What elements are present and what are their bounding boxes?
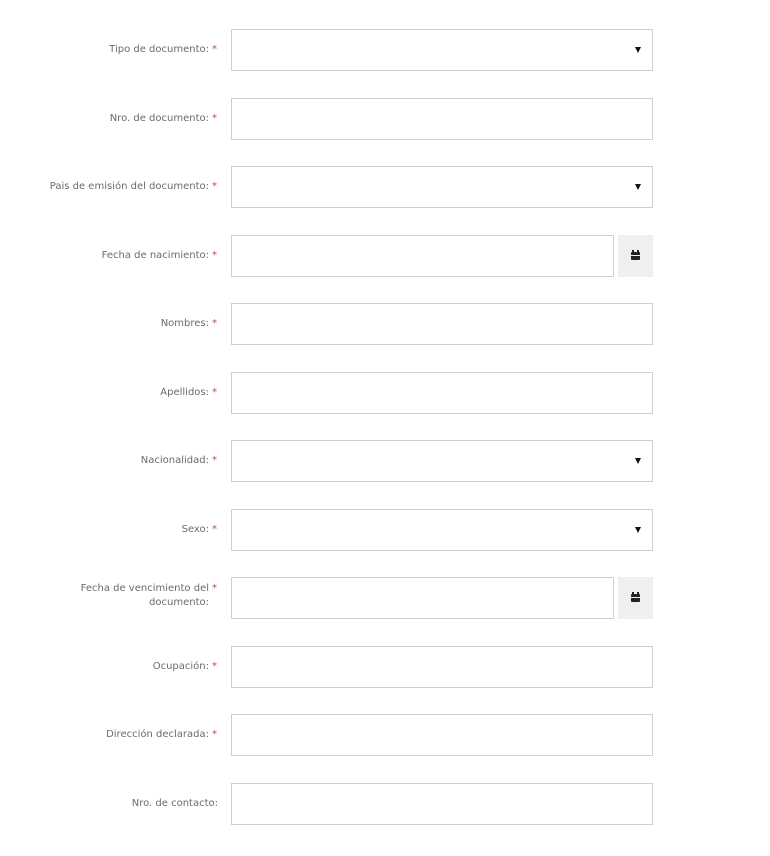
field-label: Nacionalidad: * — [2, 440, 217, 482]
fecha-nacimiento-calendar-button[interactable] — [618, 234, 653, 277]
field-label: Fecha de vencimiento del documento: * — [2, 577, 217, 619]
form-row-nombres: Nombres: * — [0, 303, 770, 345]
field-label: Fecha de nacimiento: * — [2, 235, 217, 277]
field-label: Pais de emisión del documento: * — [2, 166, 217, 208]
calendar-icon — [631, 592, 640, 602]
apellidos-input-wrapper — [231, 371, 653, 414]
nombres-input[interactable] — [232, 304, 652, 344]
label-text: Nacionalidad: — [140, 455, 209, 466]
fecha-vencimiento-input-wrapper — [231, 577, 614, 619]
label-text: Tipo de documento: — [109, 44, 209, 55]
fecha-nacimiento-input[interactable] — [232, 235, 613, 276]
select-value — [232, 35, 252, 48]
field-label: Dirección declarada: * — [2, 714, 217, 756]
form-row-nro-documento: Nro. de documento: * — [0, 97, 770, 140]
fecha-vencimiento-calendar-button[interactable] — [618, 577, 653, 619]
sexo-select[interactable] — [231, 508, 653, 551]
fecha-nacimiento-input-wrapper — [231, 234, 614, 277]
form-row-tipo-documento: Tipo de documento: * — [0, 29, 770, 71]
required-marker: * — [212, 660, 217, 672]
label-text: Nombres: — [160, 318, 209, 329]
label-text: Fecha de vencimiento del documento: — [80, 583, 209, 608]
label-text: Sexo: — [181, 523, 209, 535]
label-text: Ocupación: — [152, 660, 209, 672]
field-label: Nombres: * — [2, 303, 217, 345]
form-row-nacionalidad: Nacionalidad: * — [0, 440, 770, 482]
required-marker: * — [212, 249, 217, 261]
label-text: Fecha de nacimiento: — [101, 249, 209, 261]
label-text: Nro. de documento: — [109, 112, 209, 124]
direccion-declarada-input[interactable] — [232, 715, 652, 755]
pais-emision-select[interactable] — [231, 166, 653, 208]
form-row-ocupacion: Ocupación: * — [0, 645, 770, 688]
field-label: Nro. de contacto: — [3, 783, 218, 825]
required-marker: * — [212, 181, 217, 192]
nacionalidad-select[interactable] — [231, 440, 653, 482]
field-label: Tipo de documento: * — [2, 29, 217, 71]
select-value — [232, 172, 252, 185]
form-row-nro-contacto: Nro. de contacto: — [0, 782, 770, 825]
required-marker: * — [212, 455, 217, 466]
caret-down-icon — [635, 458, 641, 464]
field-label: Nro. de documento: * — [2, 98, 217, 140]
form-row-apellidos: Apellidos: * — [0, 371, 770, 414]
direccion-declarada-input-wrapper — [231, 714, 653, 756]
field-label: Ocupación: * — [2, 646, 217, 688]
calendar-icon — [631, 249, 640, 260]
caret-down-icon — [635, 47, 641, 53]
select-value — [232, 515, 252, 528]
ocupacion-input[interactable] — [232, 646, 652, 687]
field-label: Apellidos: * — [2, 372, 217, 414]
fecha-vencimiento-input[interactable] — [232, 578, 613, 618]
label-text: Apellidos: — [160, 386, 209, 398]
form-row-direccion-declarada: Dirección declarada: * — [0, 714, 770, 756]
required-marker: * — [212, 729, 217, 740]
ocupacion-input-wrapper — [231, 645, 653, 688]
form-row-pais-emision: Pais de emisión del documento: * — [0, 166, 770, 208]
form-row-fecha-vencimiento: Fecha de vencimiento del documento: * — [0, 577, 770, 619]
required-marker: * — [212, 523, 217, 535]
caret-down-icon — [635, 184, 641, 190]
nro-contacto-input-wrapper — [231, 782, 653, 825]
required-marker: * — [212, 112, 217, 124]
form-row-fecha-nacimiento: Fecha de nacimiento: * — [0, 234, 770, 277]
caret-down-icon — [635, 526, 641, 533]
nombres-input-wrapper — [231, 303, 653, 345]
select-value — [232, 446, 252, 459]
required-marker: * — [212, 44, 217, 55]
required-marker: * — [212, 318, 217, 329]
tipo-documento-select[interactable] — [231, 29, 653, 71]
required-marker: * — [212, 386, 217, 398]
required-marker: * — [212, 583, 217, 594]
field-label: Sexo: * — [2, 509, 217, 551]
apellidos-input[interactable] — [232, 372, 652, 413]
form-row-sexo: Sexo: * — [0, 508, 770, 551]
nro-contacto-input[interactable] — [232, 783, 652, 824]
label-text: Nro. de contacto: — [131, 797, 218, 809]
label-text: Dirección declarada: — [106, 729, 209, 740]
nro-documento-input-wrapper — [231, 97, 653, 140]
personal-data-form: Tipo de documento: * Nro. de documento: … — [0, 29, 770, 851]
label-text: Pais de emisión del documento: — [49, 181, 209, 192]
nro-documento-input[interactable] — [232, 98, 652, 139]
